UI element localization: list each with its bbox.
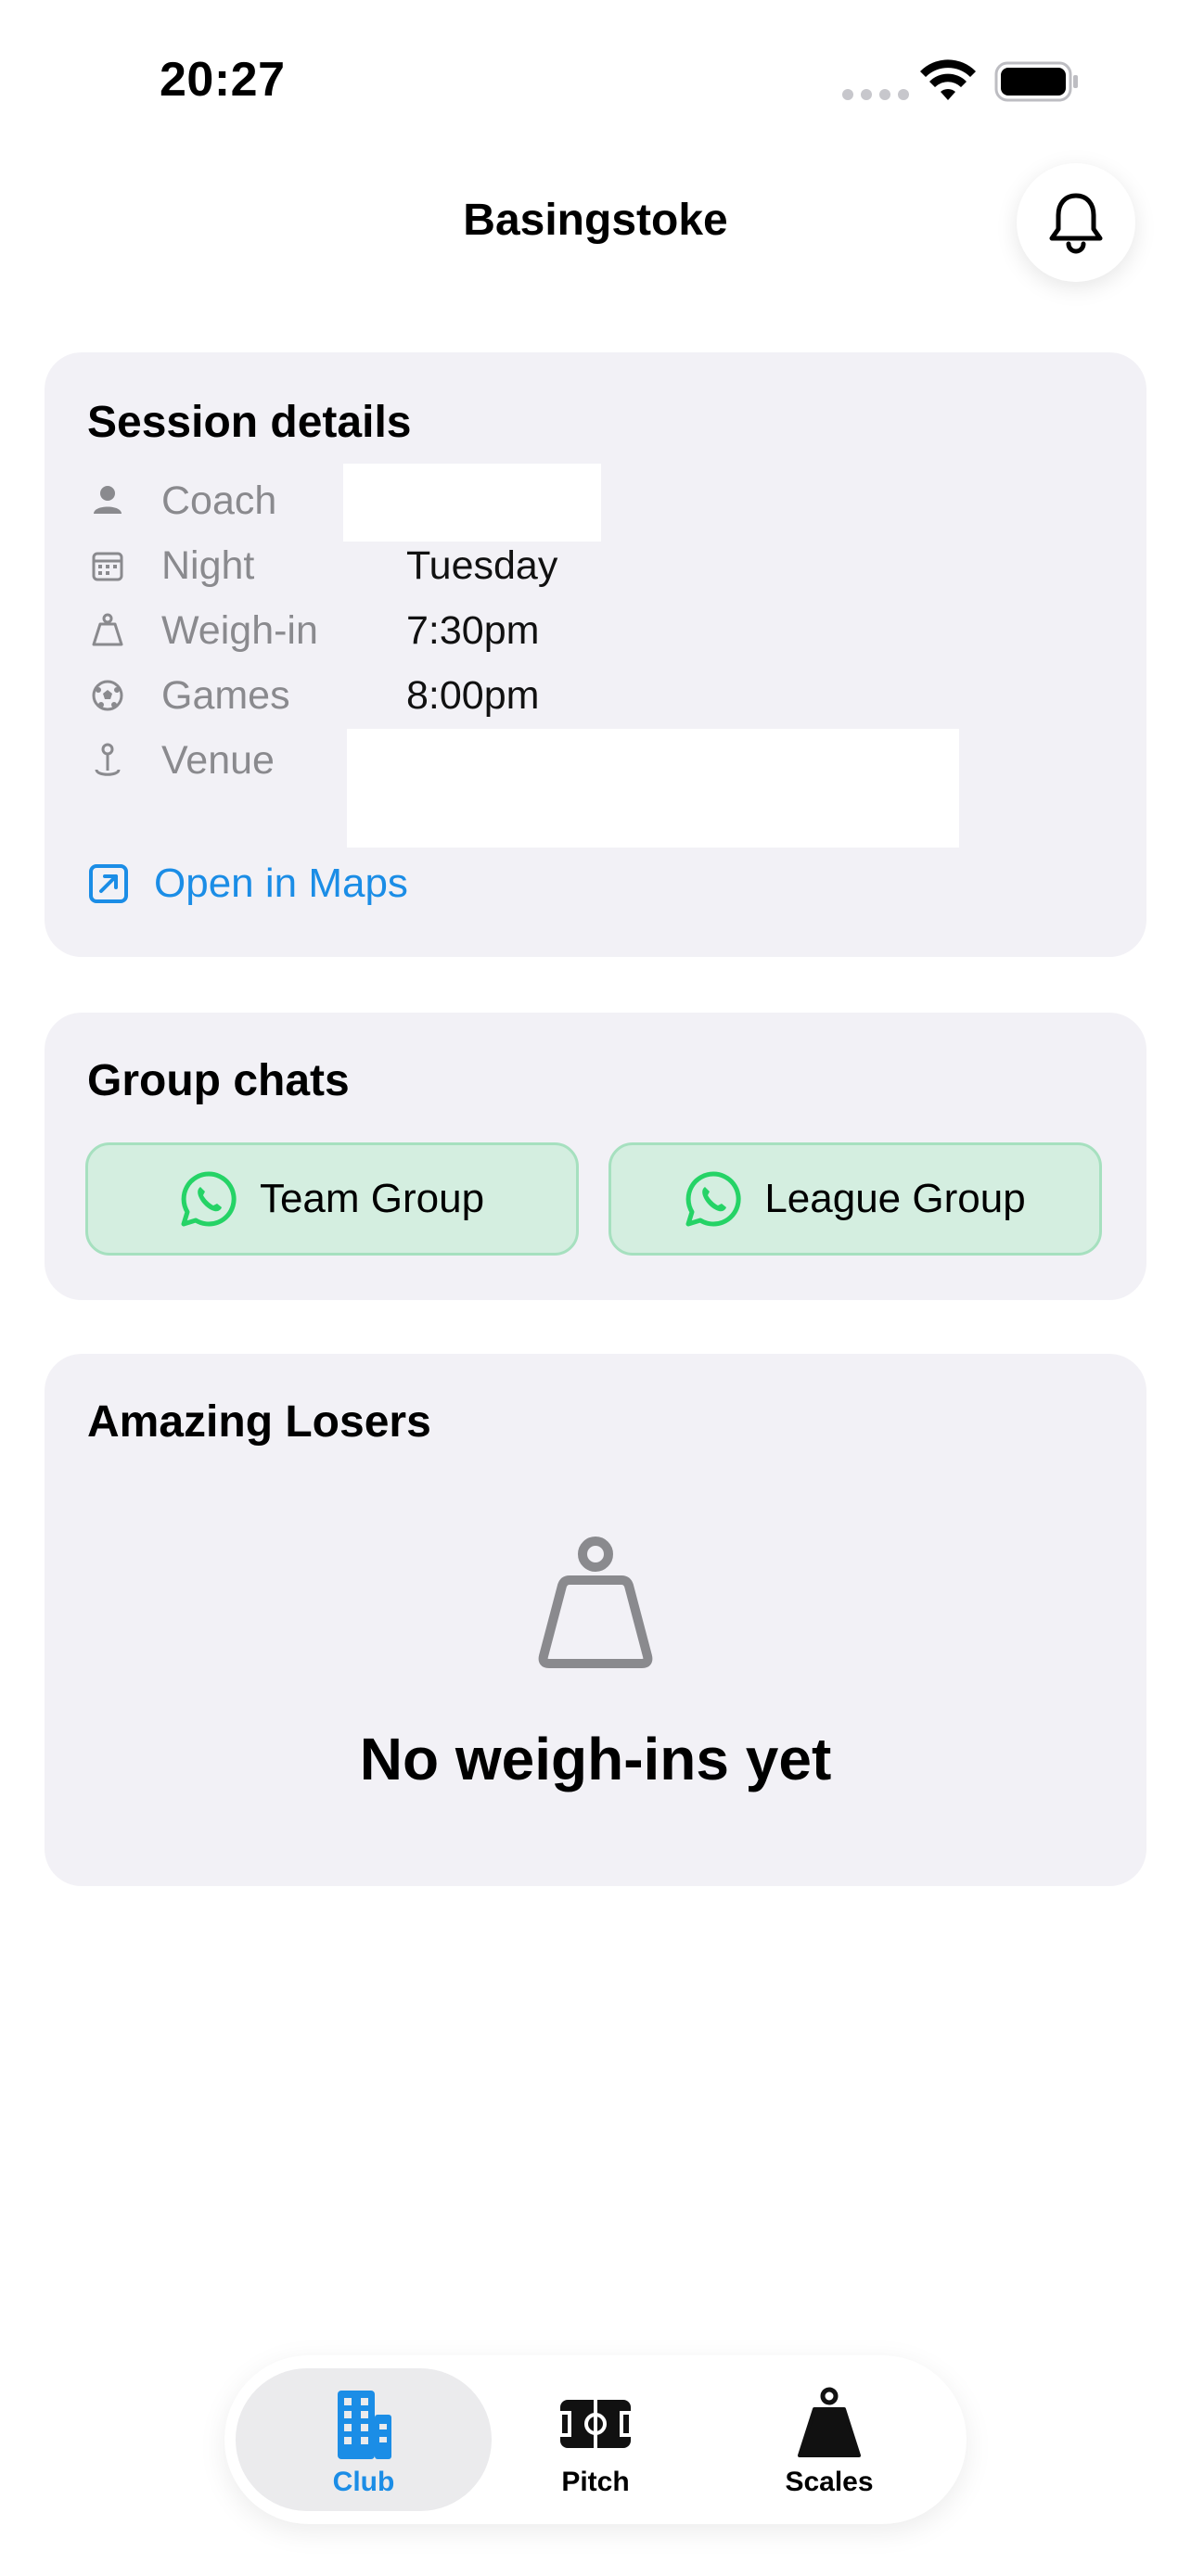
soccer-ball-icon [87, 675, 128, 716]
detail-row-games: Games 8:00pm [87, 668, 539, 723]
tab-pitch[interactable]: Pitch [467, 2368, 724, 2511]
tab-label: Club [332, 2467, 395, 2497]
redacted-venue [347, 729, 959, 848]
status-time: 20:27 [160, 53, 286, 107]
detail-row-night: Night Tuesday [87, 538, 557, 593]
tab-scales[interactable]: Scales [701, 2368, 957, 2511]
detail-value: 7:30pm [406, 607, 540, 653]
session-details-title: Session details [87, 398, 412, 447]
bell-icon [1049, 193, 1103, 254]
amazing-losers-card: Amazing Losers No weigh-ins yet [45, 1354, 1146, 1886]
tab-label: Pitch [561, 2467, 630, 2497]
detail-label: Night [161, 542, 255, 588]
page-title: Basingstoke [463, 196, 728, 245]
person-icon [87, 480, 128, 521]
detail-label: Games [161, 672, 290, 718]
detail-value: Tuesday [406, 542, 558, 588]
team-group-label: Team Group [259, 1176, 485, 1221]
tab-label: Scales [785, 2467, 874, 2497]
whatsapp-icon [685, 1171, 741, 1227]
empty-state-text: No weigh-ins yet [359, 1726, 832, 1792]
group-chats-card: Group chats Team Group League Group [45, 1013, 1146, 1300]
whatsapp-icon [181, 1171, 237, 1227]
pitch-icon [558, 2400, 633, 2448]
redacted-coach [343, 464, 601, 542]
external-link-icon [89, 864, 128, 903]
map-pin-icon [87, 740, 128, 781]
cellular-signal-icon [842, 89, 909, 100]
wifi-icon [920, 59, 976, 100]
detail-row-venue: Venue [87, 733, 275, 788]
tab-club[interactable]: Club [236, 2368, 492, 2511]
notifications-button[interactable] [1017, 163, 1135, 282]
team-group-button[interactable]: Team Group [85, 1142, 579, 1256]
battery-icon [994, 61, 1078, 102]
detail-row-weigh-in: Weigh-in 7:30pm [87, 603, 539, 658]
amazing-losers-title: Amazing Losers [87, 1397, 431, 1447]
detail-label: Weigh-in [161, 607, 318, 653]
scale-weight-icon [87, 610, 128, 651]
detail-label: Coach [161, 478, 277, 523]
scale-weight-icon [798, 2387, 861, 2457]
detail-label: Venue [161, 737, 275, 783]
league-group-label: League Group [764, 1176, 1026, 1221]
group-chats-title: Group chats [87, 1056, 350, 1105]
session-details-card: Session details Coach Night Tuesday Weig… [45, 352, 1146, 957]
open-in-maps-link[interactable]: Open in Maps [87, 861, 408, 907]
scale-weight-icon [538, 1537, 653, 1668]
detail-value: 8:00pm [406, 672, 540, 718]
open-in-maps-label: Open in Maps [154, 861, 408, 906]
detail-row-coach: Coach [87, 473, 276, 529]
calendar-icon [87, 545, 128, 586]
status-bar: 20:27 [0, 0, 1191, 148]
building-icon [338, 2391, 391, 2459]
league-group-button[interactable]: League Group [608, 1142, 1102, 1256]
tab-bar: Club Pitch Scales [224, 2355, 967, 2524]
